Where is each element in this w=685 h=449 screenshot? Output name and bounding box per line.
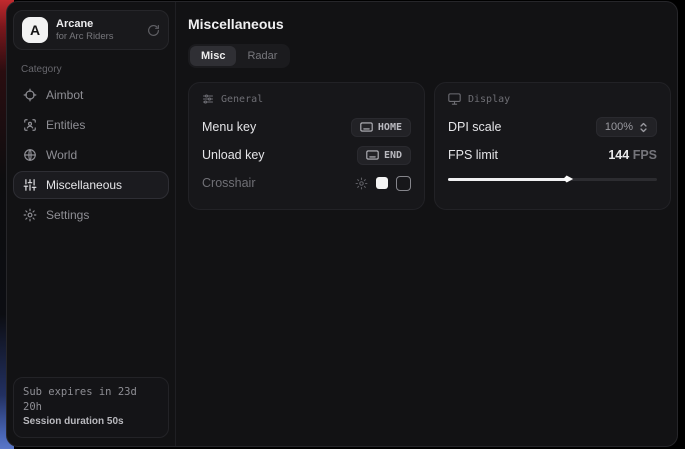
unload-key-label: Unload key — [202, 148, 265, 162]
subscription-card: Sub expires in 23d 20h Session duration … — [13, 377, 169, 438]
general-panel: General Menu key HOME Unload key — [188, 82, 425, 210]
gear-icon — [23, 208, 37, 222]
sidebar-item-aimbot[interactable]: Aimbot — [13, 81, 169, 109]
subscription-expiry: Sub expires in 23d 20h — [23, 385, 159, 415]
tab-radar[interactable]: Radar — [236, 46, 288, 66]
dpi-scale-select[interactable]: 100% — [596, 117, 657, 137]
sidebar-nav: Aimbot Entities World — [13, 81, 169, 229]
page-title: Miscellaneous — [188, 16, 671, 32]
sliders-icon — [23, 178, 37, 192]
fps-limit-row: FPS limit 144 FPS — [448, 143, 657, 167]
sidebar-item-label: Aimbot — [46, 88, 83, 102]
app-window: A Arcane for Arc Riders Category Aimbot — [6, 1, 678, 447]
keyboard-icon — [366, 150, 379, 160]
fps-limit-value: 144 FPS — [608, 148, 657, 162]
category-label: Category — [21, 64, 161, 75]
fps-limit-slider[interactable] — [448, 173, 657, 185]
fps-limit-label: FPS limit — [448, 148, 498, 162]
sidebar: A Arcane for Arc Riders Category Aimbot — [7, 2, 176, 446]
sidebar-item-entities[interactable]: Entities — [13, 111, 169, 139]
crosshair-icon — [23, 88, 37, 102]
crosshair-color-swatch[interactable] — [376, 177, 388, 189]
sidebar-item-label: Settings — [46, 208, 89, 222]
sidebar-item-world[interactable]: World — [13, 141, 169, 169]
slider-thumb[interactable] — [563, 174, 573, 184]
panel-title: Display — [468, 94, 510, 105]
menu-key-row: Menu key HOME — [202, 115, 411, 139]
crosshair-label: Crosshair — [202, 176, 256, 190]
sidebar-item-label: Entities — [46, 118, 85, 132]
unload-key-row: Unload key END — [202, 143, 411, 167]
dpi-scale-label: DPI scale — [448, 120, 502, 134]
unload-key-bind-button[interactable]: END — [357, 146, 411, 165]
tab-bar: Misc Radar — [188, 44, 290, 68]
crosshair-row: Crosshair — [202, 171, 411, 195]
scan-person-icon — [23, 118, 37, 132]
sidebar-item-miscellaneous[interactable]: Miscellaneous — [13, 171, 169, 199]
menu-key-label: Menu key — [202, 120, 256, 134]
avatar: A — [22, 17, 48, 43]
sidebar-item-label: Miscellaneous — [46, 178, 122, 192]
chevrons-up-down-icon — [639, 122, 648, 133]
app-subtitle: for Arc Riders — [56, 31, 139, 43]
slider-fill — [448, 178, 567, 181]
refresh-icon[interactable] — [147, 24, 160, 37]
sidebar-item-label: World — [46, 148, 77, 162]
adjustments-icon — [202, 93, 214, 105]
tab-misc[interactable]: Misc — [190, 46, 236, 66]
sidebar-item-settings[interactable]: Settings — [13, 201, 169, 229]
keyboard-icon — [360, 122, 373, 132]
session-duration: Session duration 50s — [23, 415, 159, 429]
app-title: Arcane — [56, 18, 139, 31]
dpi-scale-row: DPI scale 100% — [448, 115, 657, 139]
user-card: A Arcane for Arc Riders — [13, 10, 169, 50]
main-content: Miscellaneous Misc Radar General Menu ke… — [176, 2, 678, 446]
panel-title: General — [221, 94, 263, 105]
crosshair-checkbox[interactable] — [396, 176, 411, 191]
display-panel: Display DPI scale 100% FPS limit 144 F — [434, 82, 671, 210]
globe-icon — [23, 148, 37, 162]
monitor-icon — [448, 93, 461, 105]
menu-key-bind-button[interactable]: HOME — [351, 118, 411, 137]
crosshair-settings-gear-icon[interactable] — [355, 177, 368, 190]
